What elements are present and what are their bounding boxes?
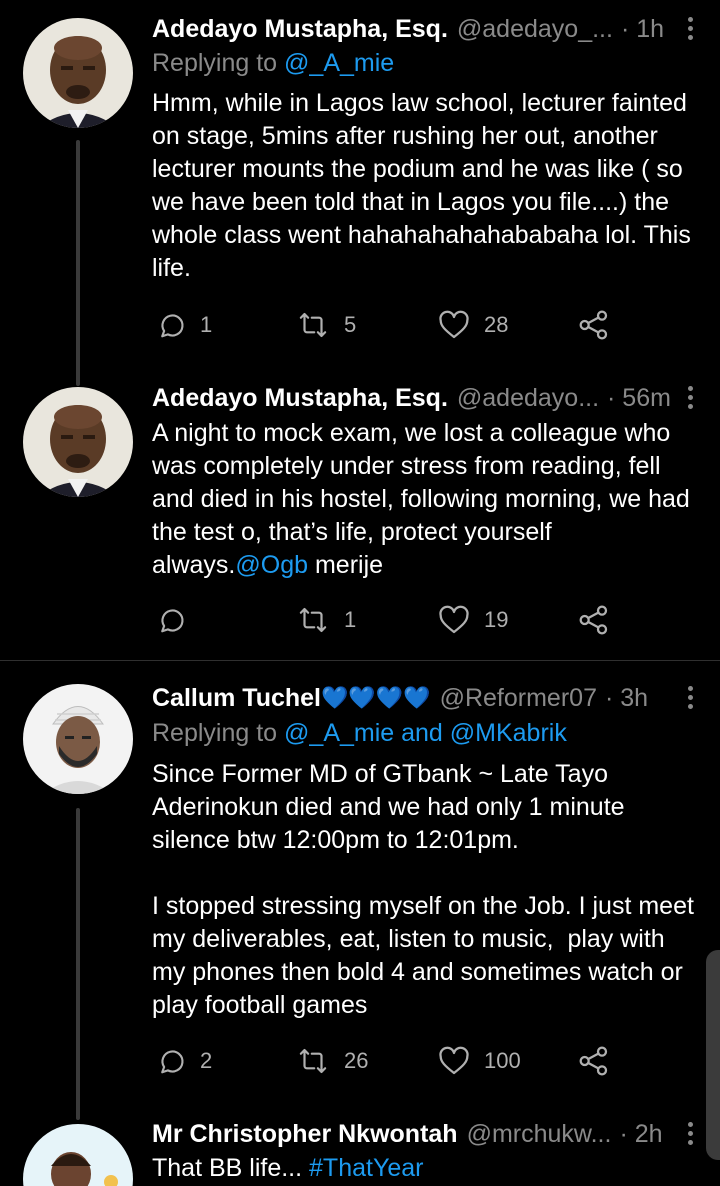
tweet-text: A night to mock exam, we lost a colleagu… <box>152 417 700 582</box>
like-button[interactable]: 19 <box>438 600 508 640</box>
more-vertical-icon[interactable] <box>680 383 700 413</box>
tweet-header: Mr Christopher Nkwontah @mrchukw... · 2h <box>152 1117 693 1151</box>
tweet-text-main: A night to mock exam, we lost a colleagu… <box>152 419 697 579</box>
share-button[interactable] <box>578 1041 610 1081</box>
author-handle[interactable]: @adedayo_... <box>457 15 613 44</box>
retweet-count: 5 <box>344 312 357 337</box>
tweet-text: That BB life... #ThatYear <box>152 1152 700 1185</box>
reply-count: 1 <box>200 312 213 337</box>
tweet-time[interactable]: · 1h <box>621 15 664 44</box>
scrollbar[interactable] <box>706 950 720 1160</box>
retweet-button[interactable]: 5 <box>296 305 356 345</box>
replying-to-link[interactable]: @_A_mie and @MKabrik <box>284 719 567 747</box>
retweet-count: 1 <box>344 607 357 632</box>
like-count: 19 <box>484 607 509 632</box>
share-icon <box>579 605 608 635</box>
author-handle[interactable]: @Reformer07 <box>440 684 597 713</box>
mention-link[interactable]: @Ogb <box>235 551 308 579</box>
heart-icon <box>439 310 469 339</box>
retweet-icon <box>299 1048 327 1074</box>
tweet-header: Callum Tuchel 💙💙💙💙 @Reformer07 · 3h <box>152 681 693 715</box>
tweet-actions: 1 19 <box>152 600 622 640</box>
divider <box>0 660 720 661</box>
tweet-text-main: That BB life... <box>152 1154 310 1182</box>
author-handle[interactable]: @mrchukw... <box>467 1120 612 1149</box>
share-icon <box>579 1046 608 1076</box>
reply-button[interactable]: 2 <box>156 1041 212 1081</box>
replying-label: Replying to <box>152 719 285 747</box>
tweet-actions: 2 26 100 <box>152 1041 622 1081</box>
more-vertical-icon[interactable] <box>680 14 700 44</box>
retweet-icon <box>299 607 327 633</box>
reply-icon <box>161 314 184 338</box>
replying-label: Replying to <box>152 49 285 77</box>
retweet-icon <box>299 312 327 338</box>
share-button[interactable] <box>578 600 610 640</box>
reply-icon <box>161 609 184 633</box>
more-vertical-icon[interactable] <box>680 683 700 713</box>
like-button[interactable]: 28 <box>438 305 508 345</box>
heart-icon <box>439 605 469 634</box>
author-name[interactable]: Adedayo Mustapha, Esq. <box>152 384 448 413</box>
heart-emojis: 💙💙💙💙 <box>321 685 431 710</box>
more-vertical-icon[interactable] <box>680 1119 700 1149</box>
retweet-count: 26 <box>344 1048 369 1073</box>
author-handle[interactable]: @adedayo... <box>457 384 599 413</box>
tweet-time[interactable]: · 3h <box>605 684 648 713</box>
tweet-time[interactable]: · 2h <box>619 1120 662 1149</box>
retweet-button[interactable]: 1 <box>296 600 356 640</box>
avatar[interactable] <box>23 18 133 128</box>
tweet-actions: 1 5 28 <box>152 305 622 345</box>
reply-button[interactable]: 1 <box>156 305 212 345</box>
replying-to: Replying to @_A_mie and @MKabrik <box>152 719 567 748</box>
author-name[interactable]: Mr Christopher Nkwontah <box>152 1120 458 1149</box>
reply-count: 2 <box>200 1048 213 1073</box>
like-button[interactable]: 100 <box>438 1041 521 1081</box>
author-name[interactable]: Callum Tuchel <box>152 684 321 713</box>
heart-icon <box>439 1046 469 1075</box>
replying-to-link[interactable]: @_A_mie <box>284 49 394 77</box>
reply-button[interactable] <box>156 600 200 640</box>
share-icon <box>579 310 608 340</box>
avatar[interactable] <box>23 684 133 794</box>
like-count: 28 <box>484 312 509 337</box>
tweet-time[interactable]: · 56m <box>607 384 671 413</box>
thread-line <box>76 808 80 1120</box>
reply-icon <box>161 1050 184 1074</box>
avatar[interactable] <box>23 1124 133 1186</box>
avatar[interactable] <box>23 387 133 497</box>
share-button[interactable] <box>578 305 610 345</box>
tweet-header: Adedayo Mustapha, Esq. @adedayo... · 56m <box>152 381 693 415</box>
tweet-text: Hmm, while in Lagos law school, lecturer… <box>152 89 698 282</box>
author-name[interactable]: Adedayo Mustapha, Esq. <box>152 15 448 44</box>
replying-to: Replying to @_A_mie <box>152 49 394 78</box>
tweet-header: Adedayo Mustapha, Esq. @adedayo_... · 1h <box>152 12 693 46</box>
tweet-text-end: merije <box>308 551 384 579</box>
thread-line <box>76 140 80 386</box>
like-count: 100 <box>484 1048 521 1073</box>
hashtag-link[interactable]: #ThatYear <box>309 1154 423 1182</box>
tweet-text: Since Former MD of GTbank ~ Late Tayo Ad… <box>152 760 694 1019</box>
retweet-button[interactable]: 26 <box>296 1041 368 1081</box>
